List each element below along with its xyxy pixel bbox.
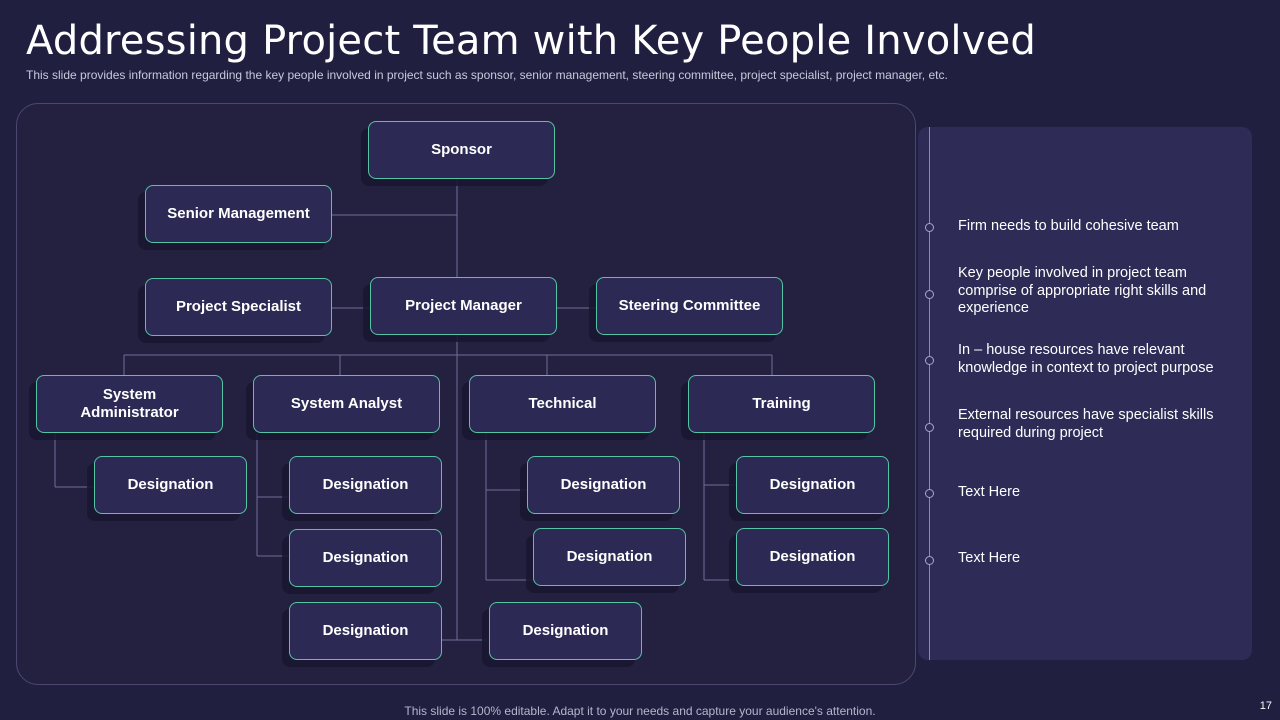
timeline-dot	[925, 356, 934, 365]
designation-label: Designation	[566, 548, 653, 565]
steering-committee-label: Steering Committee	[618, 297, 761, 314]
designation-node: Designation	[489, 602, 642, 660]
timeline-point: Text Here	[958, 550, 1021, 566]
designation-node: Designation	[527, 456, 680, 514]
technical-node: Technical	[469, 375, 656, 433]
project-specialist-label: Project Specialist	[175, 298, 302, 315]
designation-node: Designation	[736, 528, 889, 586]
timeline-point: Firm needs to build cohesive team	[958, 218, 1179, 234]
designation-label: Designation	[522, 622, 609, 639]
page-number: 17	[1259, 700, 1272, 712]
timeline-dot	[925, 290, 934, 299]
designation-node: Designation	[736, 456, 889, 514]
timeline-dot	[925, 489, 934, 498]
timeline-dot	[925, 556, 934, 565]
system-analyst-node: System Analyst	[253, 375, 440, 433]
timeline-dot	[925, 223, 934, 232]
timeline-point: In – house resources have relevant knowl…	[958, 342, 1214, 376]
training-node: Training	[688, 375, 875, 433]
designation-node: Designation	[289, 602, 442, 660]
system-analyst-label: System Analyst	[290, 395, 403, 412]
designation-node: Designation	[533, 528, 686, 586]
sponsor-node: Sponsor	[368, 121, 555, 179]
technical-label: Technical	[528, 395, 597, 412]
designation-node: Designation	[289, 456, 442, 514]
timeline-point: Key people involved in project team comp…	[958, 265, 1207, 316]
training-label: Training	[752, 395, 811, 412]
project-specialist-node: Project Specialist	[145, 278, 332, 336]
timeline-point: External resources have specialist skill…	[958, 407, 1214, 441]
system-administrator-node: System Administrator	[36, 375, 223, 433]
footer-text: This slide is 100% editable. Adapt it to…	[404, 704, 876, 718]
project-manager-label: Project Manager	[405, 297, 522, 314]
project-manager-node: Project Manager	[370, 277, 557, 335]
designation-node: Designation	[94, 456, 247, 514]
timeline-dot	[925, 423, 934, 432]
designation-label: Designation	[322, 622, 409, 639]
designation-label: Designation	[322, 476, 409, 493]
footer: This slide is 100% editable. Adapt it to…	[0, 704, 1280, 718]
sponsor-label: Sponsor	[431, 141, 492, 158]
designation-label: Designation	[560, 476, 647, 493]
designation-label: Designation	[769, 476, 856, 493]
steering-committee-node: Steering Committee	[596, 277, 783, 335]
designation-node: Designation	[289, 529, 442, 587]
senior-management-node: Senior Management	[145, 185, 332, 243]
senior-management-label: Senior Management	[167, 205, 310, 222]
designation-label: Designation	[127, 476, 214, 493]
timeline-point: Text Here	[958, 484, 1021, 500]
designation-label: Designation	[769, 548, 856, 565]
system-administrator-label: System Administrator	[80, 386, 179, 421]
designation-label: Designation	[322, 549, 409, 566]
